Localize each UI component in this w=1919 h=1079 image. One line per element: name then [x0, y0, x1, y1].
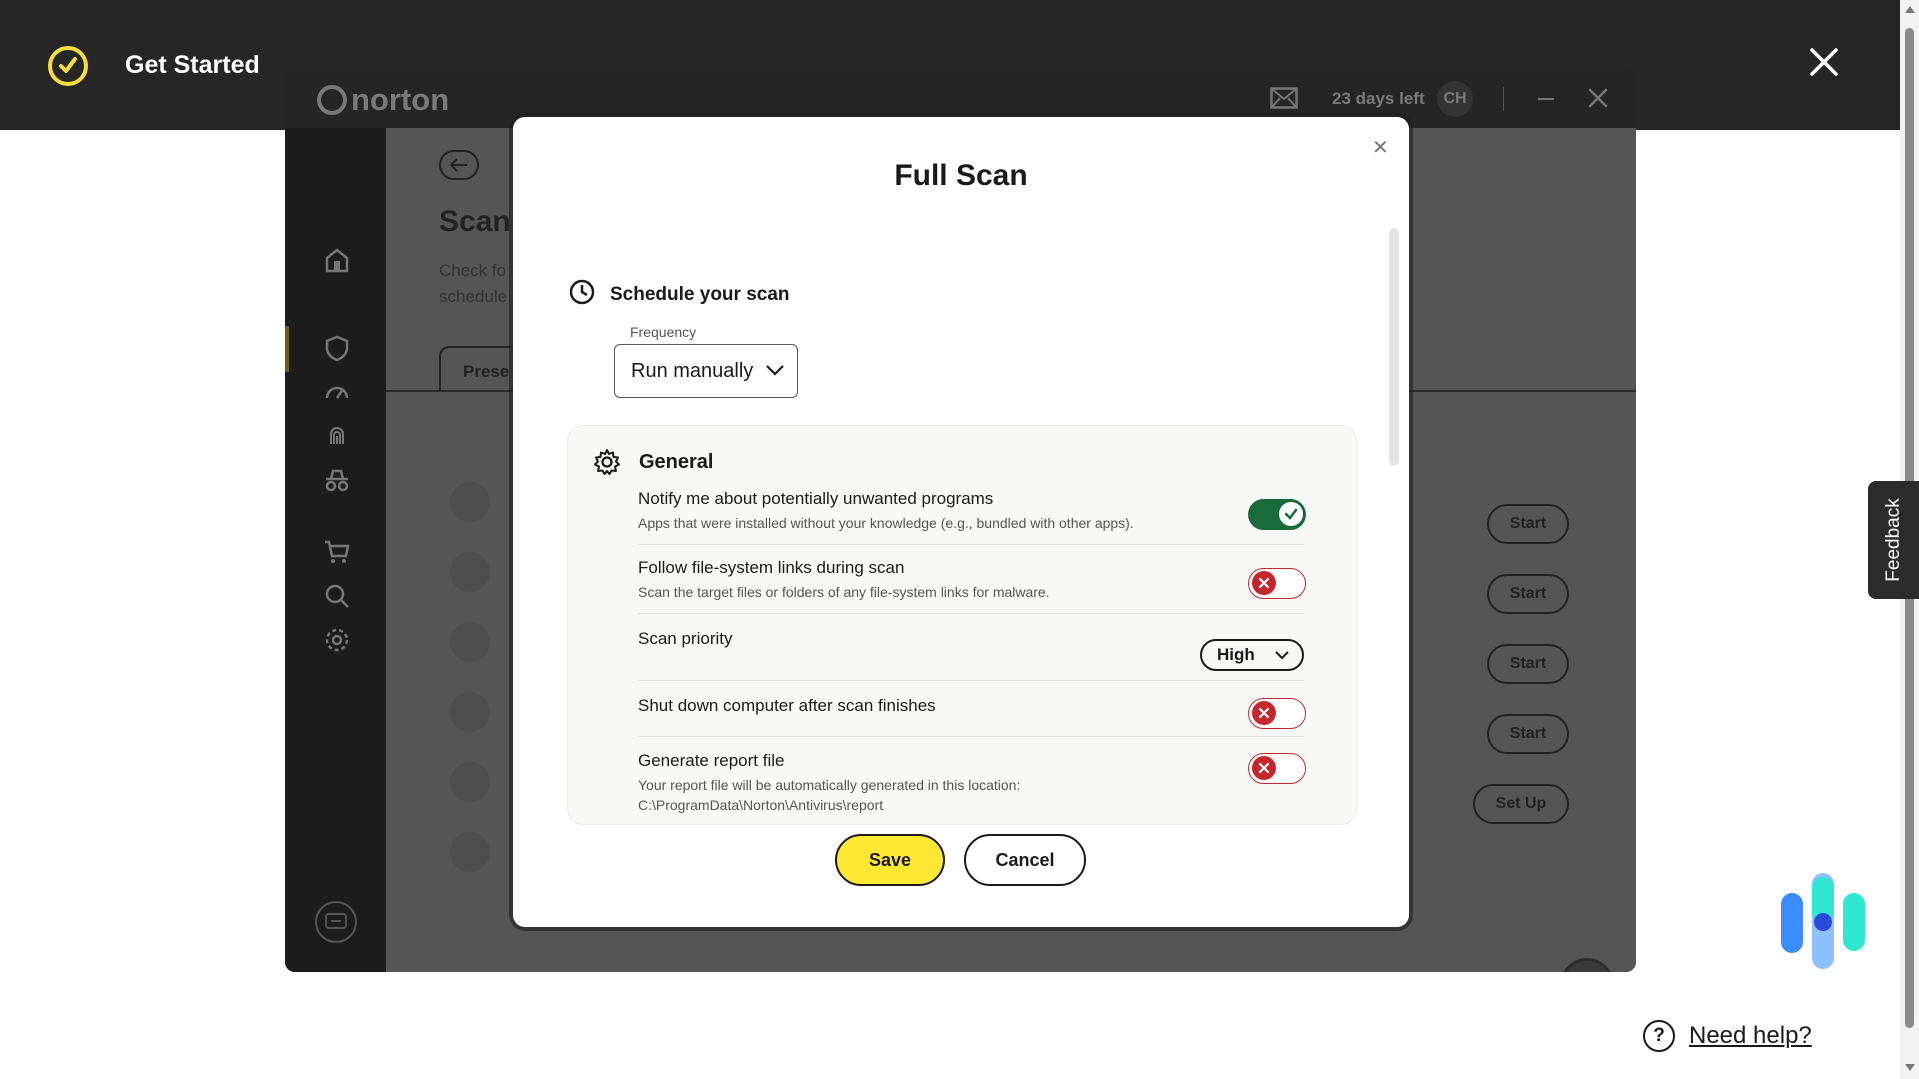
scan-row-icon	[450, 692, 490, 732]
save-button[interactable]: Save	[835, 834, 945, 886]
x-icon	[1252, 701, 1276, 725]
scroll-up-icon[interactable]	[1905, 6, 1915, 13]
option-follow-links: Follow file-system links during scan Sca…	[638, 558, 1050, 600]
start-button[interactable]: Start	[1487, 574, 1569, 614]
avatar[interactable]: CH	[1437, 81, 1473, 117]
general-label: General	[639, 450, 714, 473]
scan-row-icon	[450, 482, 490, 522]
start-button[interactable]: Start	[1487, 504, 1569, 544]
dialog-title: Full Scan	[894, 159, 1028, 192]
scan-row-icon	[450, 552, 490, 592]
minimize-icon[interactable]	[1538, 98, 1554, 100]
chevron-down-icon	[1275, 651, 1289, 660]
need-help-text[interactable]: Need help?	[1689, 1022, 1812, 1050]
notify-pup-toggle[interactable]	[1248, 499, 1306, 530]
page-title: Get Started	[125, 51, 260, 79]
shutdown-toggle[interactable]	[1248, 698, 1306, 729]
home-icon[interactable]	[323, 246, 351, 274]
scan-priority-select[interactable]: High	[1200, 639, 1304, 671]
logo-bar	[1843, 893, 1865, 951]
frequency-value: Run manually	[631, 359, 754, 382]
feedback-tab[interactable]: Feedback	[1868, 481, 1919, 599]
start-button[interactable]: Start	[1487, 644, 1569, 684]
shield-icon[interactable]	[323, 334, 351, 362]
option-shutdown: Shut down computer after scan finishes	[638, 696, 936, 715]
cancel-button[interactable]: Cancel	[964, 834, 1086, 886]
fingerprint-icon[interactable]	[323, 422, 351, 450]
question-icon: ?	[1643, 1020, 1675, 1052]
schedule-label: Schedule your scan	[610, 283, 790, 305]
norton-logo: norton	[317, 82, 449, 118]
scan-row-icon	[450, 762, 490, 802]
scan-heading: Scan	[439, 205, 511, 238]
option-divider	[638, 680, 1304, 681]
back-button[interactable]	[439, 150, 479, 180]
logo-bar	[1781, 893, 1803, 953]
option-divider	[638, 544, 1304, 545]
x-icon	[1252, 756, 1276, 780]
close-icon[interactable]	[1806, 44, 1842, 80]
window-close-icon[interactable]	[1587, 87, 1609, 114]
brand-bars-logo	[1781, 873, 1866, 969]
norton-help-icon[interactable]	[1560, 958, 1614, 972]
set-up-button[interactable]: Set Up	[1473, 784, 1569, 824]
dialog-close-icon[interactable]: ✕	[1372, 135, 1389, 160]
scroll-down-icon[interactable]	[1905, 1064, 1915, 1071]
follow-links-toggle[interactable]	[1248, 568, 1306, 599]
gear-icon[interactable]	[323, 626, 351, 654]
check-circle-logo-icon	[48, 46, 88, 86]
full-scan-dialog: ✕ Full Scan Schedule your scan Frequency…	[513, 117, 1409, 927]
schedule-section: Schedule your scan	[568, 278, 790, 311]
logo-dot	[1814, 913, 1832, 931]
x-icon	[1252, 571, 1276, 595]
scan-row-icon	[450, 832, 490, 872]
option-divider	[638, 613, 1304, 614]
scan-subtitle: Check fo schedule	[439, 261, 508, 306]
option-report-file: Generate report file Your report file wi…	[638, 751, 1021, 813]
incognito-icon[interactable]	[323, 466, 351, 494]
option-notify-pup: Notify me about potentially unwanted pro…	[638, 489, 1134, 531]
norton-sidebar	[285, 128, 386, 972]
report-file-toggle[interactable]	[1248, 753, 1306, 784]
trial-days-label: 23 days left	[1332, 89, 1425, 108]
clock-icon	[568, 278, 596, 311]
scan-priority-value: High	[1217, 645, 1255, 664]
scan-row-icon	[450, 622, 490, 662]
cart-icon[interactable]	[323, 538, 351, 566]
option-divider	[638, 736, 1304, 737]
frequency-select[interactable]: Run manually	[614, 344, 798, 398]
general-header: General	[593, 448, 713, 476]
chevron-down-icon	[766, 365, 784, 376]
check-icon	[1279, 502, 1303, 526]
search-icon[interactable]	[323, 582, 351, 610]
need-help-link[interactable]: ? Need help?	[1643, 1020, 1812, 1052]
general-settings-panel: General Notify me about potentially unwa…	[567, 425, 1357, 825]
titlebar-divider	[1503, 87, 1504, 111]
dialog-scrollbar[interactable]	[1389, 228, 1399, 466]
gear-icon	[594, 449, 620, 475]
norton-logo-icon	[317, 85, 347, 115]
sidebar-active-indicator	[285, 326, 289, 372]
mail-icon[interactable]	[1270, 87, 1298, 114]
chat-icon[interactable]	[315, 901, 357, 943]
frequency-label: Frequency	[630, 324, 697, 340]
speedometer-icon[interactable]	[323, 378, 351, 406]
start-button[interactable]: Start	[1487, 714, 1569, 754]
